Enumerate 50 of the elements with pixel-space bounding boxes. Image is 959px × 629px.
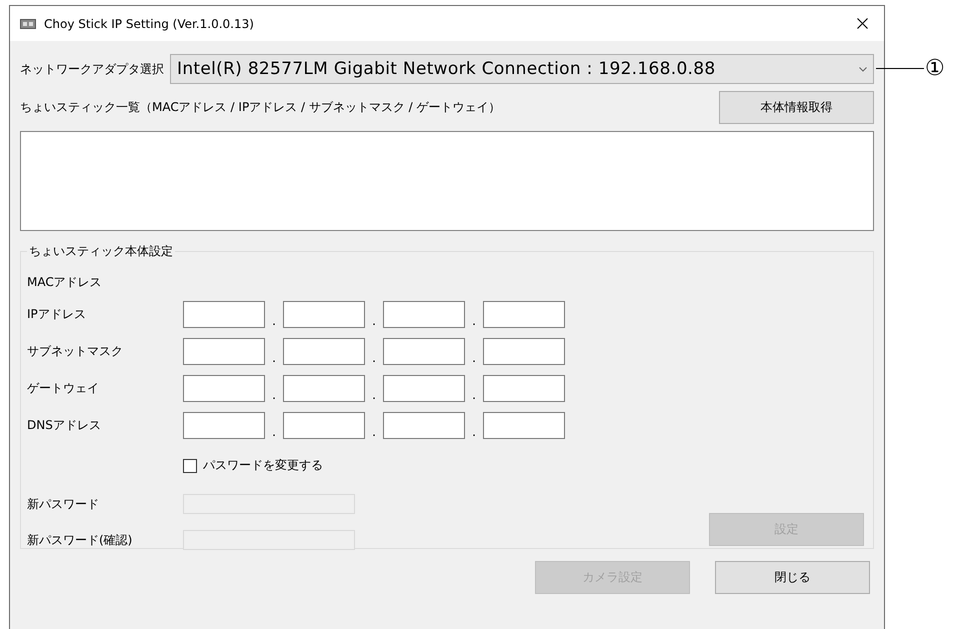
- ip-octet-field[interactable]: [483, 375, 565, 402]
- ip-octet-field[interactable]: [183, 375, 265, 402]
- adapter-dropdown[interactable]: Intel(R) 82577LM Gigabit Network Connection : 192.168.0.88: [170, 54, 874, 84]
- ip-octet-field[interactable]: [383, 375, 465, 402]
- adapter-label: ネットワークアダプタ選択: [20, 60, 164, 78]
- ip-octet-field[interactable]: [283, 375, 365, 402]
- list-label: ちょいスティック一覧（MACアドレス / IPアドレス / サブネットマスク / ゲートウェイ）: [20, 99, 502, 116]
- dot-separator: .: [471, 388, 477, 402]
- ip-octet-field[interactable]: [183, 338, 265, 365]
- ip-octet-field[interactable]: [483, 338, 565, 365]
- device-list[interactable]: [20, 131, 874, 231]
- dot-separator: .: [371, 425, 377, 439]
- ip-octet-field[interactable]: [383, 412, 465, 439]
- app-icon: [20, 18, 36, 28]
- field-label: DNSアドレス: [27, 417, 102, 434]
- ip-octet-field[interactable]: [383, 338, 465, 365]
- dot-separator: .: [271, 388, 277, 402]
- close-button[interactable]: 閉じる: [715, 561, 870, 594]
- ip-octet-field[interactable]: [483, 301, 565, 328]
- dot-separator: .: [371, 388, 377, 402]
- ip-octet-field[interactable]: [183, 301, 265, 328]
- field-label: 新パスワード: [27, 496, 100, 512]
- ip-octet-field[interactable]: [283, 338, 365, 365]
- ip-octet-field[interactable]: [283, 412, 365, 439]
- ip-octet-field[interactable]: [383, 301, 465, 328]
- get-info-button[interactable]: 本体情報取得: [719, 91, 874, 124]
- chevron-down-icon: [859, 66, 867, 72]
- dot-separator: .: [471, 351, 477, 365]
- close-icon[interactable]: [857, 18, 868, 29]
- leader-line: [876, 68, 924, 69]
- group-title: ちょいスティック本体設定: [28, 243, 174, 260]
- checkbox[interactable]: [183, 458, 197, 472]
- field-label: ゲートウェイ: [27, 380, 100, 397]
- ip-octet-field[interactable]: [283, 301, 365, 328]
- dot-separator: .: [271, 314, 277, 328]
- window-title: Choy Stick IP Setting (Ver.1.0.0.13): [44, 16, 255, 30]
- dot-separator: .: [371, 314, 377, 328]
- dot-separator: .: [471, 314, 477, 328]
- field-label: 新パスワード(確認): [27, 532, 134, 548]
- dot-separator: .: [371, 351, 377, 365]
- dot-separator: .: [271, 351, 277, 365]
- dot-separator: .: [471, 425, 477, 439]
- field-label: サブネットマスク: [27, 343, 124, 360]
- callout-number: ①: [925, 56, 945, 82]
- ip-octet-field[interactable]: [183, 412, 265, 439]
- field-label: IPアドレス: [27, 306, 87, 323]
- dot-separator: .: [271, 425, 277, 439]
- field-label: MACアドレス: [27, 274, 103, 291]
- ip-octet-field[interactable]: [483, 412, 565, 439]
- checkbox-label: パスワードを変更する: [203, 457, 323, 474]
